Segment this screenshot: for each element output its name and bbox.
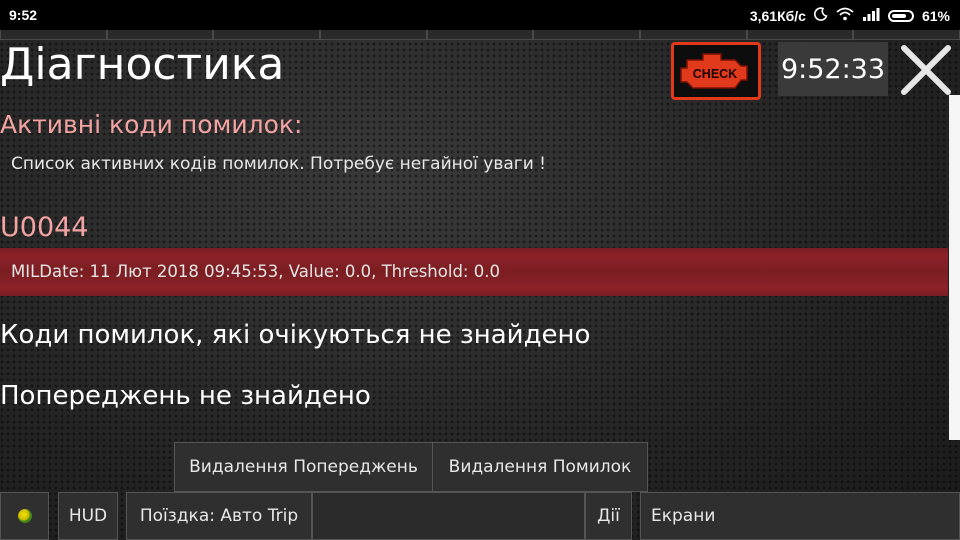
strip-segment <box>640 30 747 40</box>
strip-segment <box>426 30 534 40</box>
strip-segment <box>320 30 427 40</box>
battery-percent: 61% <box>921 7 950 24</box>
wifi-icon <box>836 7 854 24</box>
pending-codes-message: Коди помилок, які очікуються не знайдено <box>0 320 591 350</box>
clock-display: 9:52:33 <box>778 42 888 96</box>
strip-segment <box>533 30 641 40</box>
network-speed: 3,61Кб/с <box>749 7 806 24</box>
engine-icon: CHECK <box>680 53 748 89</box>
screens-button[interactable]: Екрани <box>640 492 960 540</box>
warnings-message: Попереджень не знайдено <box>0 381 371 411</box>
close-button[interactable] <box>898 42 954 98</box>
error-code[interactable]: U0044 <box>0 212 88 243</box>
hud-button[interactable]: HUD <box>58 492 118 540</box>
status-indicator-button[interactable] <box>0 492 49 540</box>
strip-segment <box>853 30 960 40</box>
status-time: 9:52 <box>9 7 38 23</box>
bottom-bar-spacer <box>312 492 585 540</box>
active-codes-title: Активні коди помилок: <box>0 110 303 139</box>
signal-icon <box>862 7 880 24</box>
status-right: 3,61Кб/с 61% <box>750 7 950 24</box>
scrollbar[interactable] <box>949 95 960 440</box>
delete-warnings-button[interactable]: Видалення Попереджень <box>174 442 433 492</box>
error-detail: MILDate: 11 Лют 2018 09:45:53, Value: 0.… <box>11 262 500 281</box>
active-codes-description: Список активних кодів помилок. Потребує … <box>11 154 546 174</box>
page-title: Діагностика <box>0 39 285 90</box>
status-bar: 9:52 3,61Кб/с 61% <box>0 0 960 30</box>
actions-button[interactable]: Дії <box>585 492 632 540</box>
strip-segment <box>746 30 854 40</box>
check-engine-indicator[interactable]: CHECK <box>671 42 761 100</box>
trip-button[interactable]: Поїздка: Авто Trip <box>126 492 312 540</box>
close-icon <box>901 45 951 95</box>
check-label: CHECK <box>693 67 737 81</box>
moon-icon <box>814 7 828 24</box>
status-dot-icon <box>17 509 32 523</box>
delete-errors-button[interactable]: Видалення Помилок <box>432 442 648 492</box>
battery-icon <box>887 9 914 22</box>
